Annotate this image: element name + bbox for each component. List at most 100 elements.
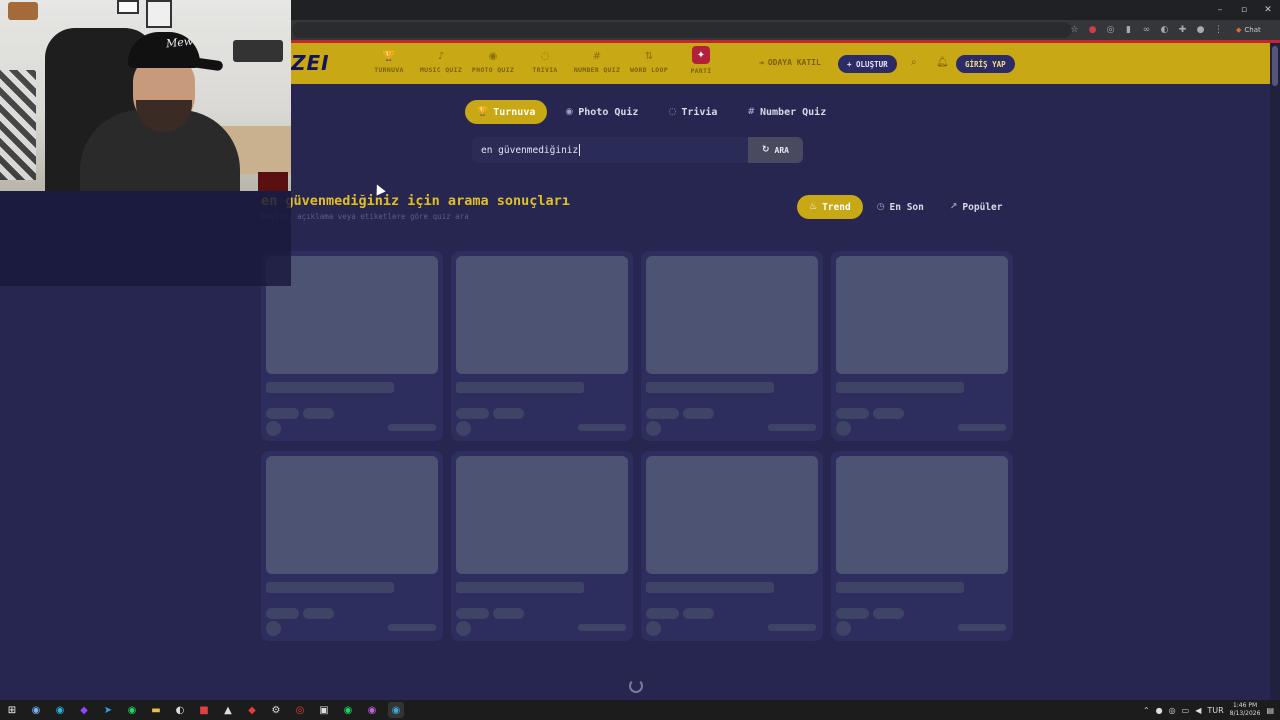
edge-app-icon[interactable]: ◉ (52, 702, 68, 718)
webcam-shelf-item (8, 2, 38, 20)
star-icon[interactable]: ☆ (1068, 23, 1081, 36)
card-image-placeholder (456, 256, 628, 374)
camera-icon: ◉ (565, 107, 574, 117)
nav-item-label: PHOTO QUIZ (471, 66, 515, 74)
card-meta-placeholder (388, 624, 436, 631)
tab-turnuva[interactable]: 🏆 Turnuva (465, 100, 548, 124)
folder-app-icon[interactable]: ▬ (148, 702, 164, 718)
nav-item-turnuva[interactable]: 🏆 TURNUVA (363, 49, 415, 75)
card-title-placeholder (266, 582, 394, 593)
telegram-app-icon[interactable]: ➤ (100, 702, 116, 718)
extension-icon[interactable]: ∞ (1140, 23, 1153, 36)
site-logo[interactable]: ZEI (291, 51, 330, 75)
taskbar-clock[interactable]: 1:46 PM 8/13/2026 (1230, 702, 1261, 718)
whatsapp-app-icon[interactable]: ◉ (124, 702, 140, 718)
sort-label: Popüler (962, 201, 1003, 213)
login-arrow-icon: ⇥ (759, 58, 764, 67)
tray-app-icon[interactable]: ◎ (1169, 706, 1176, 715)
twitch-app-icon[interactable]: ◆ (76, 702, 92, 718)
card-tag-placeholder (683, 608, 714, 619)
chat-button[interactable]: ◆ Chat (1232, 23, 1265, 37)
card-image-placeholder (266, 256, 438, 374)
tab-photo-quiz[interactable]: ◉ Photo Quiz (553, 100, 650, 124)
app-icon[interactable]: ◆ (244, 702, 260, 718)
search-icon[interactable]: ⌕ (911, 57, 917, 68)
url-field[interactable] (292, 22, 1072, 38)
app-icon[interactable]: ▲ (220, 702, 236, 718)
flame-icon: ♨ (809, 202, 818, 212)
sort-en-son[interactable]: ◷ En Son (865, 195, 936, 219)
card-meta-placeholder (768, 424, 816, 431)
card-avatar-placeholder (456, 421, 471, 436)
close-button[interactable]: ✕ (1256, 0, 1280, 20)
settings-app-icon[interactable]: ⚙ (268, 702, 284, 718)
search-input[interactable]: en güvenmediğiniz (472, 137, 748, 163)
windows-start-icon[interactable]: ⊞ (4, 702, 20, 718)
edge-app-icon[interactable]: ◉ (388, 702, 404, 718)
tab-number-quiz[interactable]: # Number Quiz (735, 100, 838, 124)
nav-item-photo-quiz[interactable]: ◉ PHOTO QUIZ (467, 49, 519, 75)
language-indicator[interactable]: TUR (1207, 706, 1223, 715)
microphone-icon[interactable]: ● (1156, 706, 1163, 715)
quiz-card-skeleton (831, 451, 1013, 641)
nav-item-music-quiz[interactable]: ♪ MUSIC QUIZ (415, 49, 467, 75)
extension-icon[interactable]: ● (1086, 23, 1099, 36)
chat-bubble-icon: ◌ (668, 107, 677, 117)
tab-label: Photo Quiz (578, 106, 639, 118)
app-icon[interactable]: ◎ (292, 702, 308, 718)
bell-icon[interactable]: 🔔︎ (936, 57, 949, 68)
scrollbar-thumb[interactable] (1272, 46, 1278, 86)
card-meta-placeholder (958, 424, 1006, 431)
trophy-icon: 🏆 (477, 107, 489, 117)
music-note-icon: ♪ (437, 50, 445, 62)
extension-icon[interactable]: ▮ (1122, 23, 1135, 36)
login-button[interactable]: GİRİŞ YAP (956, 55, 1015, 73)
nav-item-word-loop[interactable]: ⇅ WORD LOOP (623, 49, 675, 75)
profile-avatar-icon[interactable]: ● (1194, 23, 1207, 36)
nav-item-label: WORD LOOP (630, 66, 668, 74)
network-icon[interactable]: ▭ (1182, 706, 1190, 715)
nav-item-label: NUMBER QUIZ (573, 66, 621, 74)
puzzle-icon[interactable]: ✚ (1176, 23, 1189, 36)
chat-label: Chat (1244, 26, 1261, 34)
volume-icon[interactable]: ◀ (1195, 706, 1201, 715)
sort-populer[interactable]: ↗ Popüler (938, 195, 1015, 219)
menu-dots-icon[interactable]: ⋮ (1212, 23, 1225, 36)
sort-trend[interactable]: ♨ Trend (797, 195, 863, 219)
nav-item-number-quiz[interactable]: # NUMBER QUIZ (571, 49, 623, 75)
join-room-link[interactable]: ⇥ ODAYA KATIL (759, 58, 821, 67)
screen: – ▫ ✕ ☆ ● ◎ ▮ ∞ ◐ ✚ ● ⋮ ◆ Chat ZEI 🏆 TUR… (0, 0, 1280, 720)
category-tabs: 🏆 Turnuva ◉ Photo Quiz ◌ Trivia # Number… (465, 100, 838, 124)
browser-app-icon[interactable]: ◉ (28, 702, 44, 718)
card-title-placeholder (836, 382, 964, 393)
clock-date: 8/13/2026 (1229, 710, 1261, 717)
nav-item-trivia[interactable]: ◌ TRIVIA (519, 49, 571, 75)
chat-bubble-icon: ◌ (540, 50, 550, 62)
tab-trivia[interactable]: ◌ Trivia (656, 100, 729, 124)
party-icon: ✦ (692, 46, 710, 64)
card-image-placeholder (836, 256, 1008, 374)
scrollbar[interactable] (1270, 43, 1280, 700)
app-icon[interactable]: ▣ (316, 702, 332, 718)
card-tag-placeholder (456, 408, 489, 419)
extension-icon[interactable]: ◐ (1158, 23, 1171, 36)
extension-icon[interactable]: ◎ (1104, 23, 1117, 36)
app-icon[interactable]: ■ (196, 702, 212, 718)
spotify-app-icon[interactable]: ◉ (340, 702, 356, 718)
site-navbar: ZEI 🏆 TURNUVA ♪ MUSIC QUIZ ◉ PHOTO QUIZ … (291, 43, 1270, 84)
minimize-button[interactable]: – (1208, 0, 1232, 20)
extensions-area: ☆ ● ◎ ▮ ∞ ◐ ✚ ● ⋮ (1068, 23, 1225, 36)
card-title-placeholder (836, 582, 964, 593)
search-button[interactable]: ↻ ARA (748, 137, 803, 163)
notification-icon[interactable]: ▤ (1266, 706, 1274, 715)
maximize-button[interactable]: ▫ (1232, 0, 1256, 20)
nav-item-parti[interactable]: ✦ PARTİ (675, 46, 727, 75)
chevron-up-icon[interactable]: ⌃ (1143, 706, 1150, 715)
webcam-red-object (258, 172, 288, 191)
card-tag-placeholder (303, 608, 334, 619)
steam-app-icon[interactable]: ◐ (172, 702, 188, 718)
tab-label: Turnuva (493, 106, 536, 118)
create-button[interactable]: + OLUŞTUR (838, 55, 897, 73)
app-icon[interactable]: ◉ (364, 702, 380, 718)
card-title-placeholder (646, 582, 774, 593)
